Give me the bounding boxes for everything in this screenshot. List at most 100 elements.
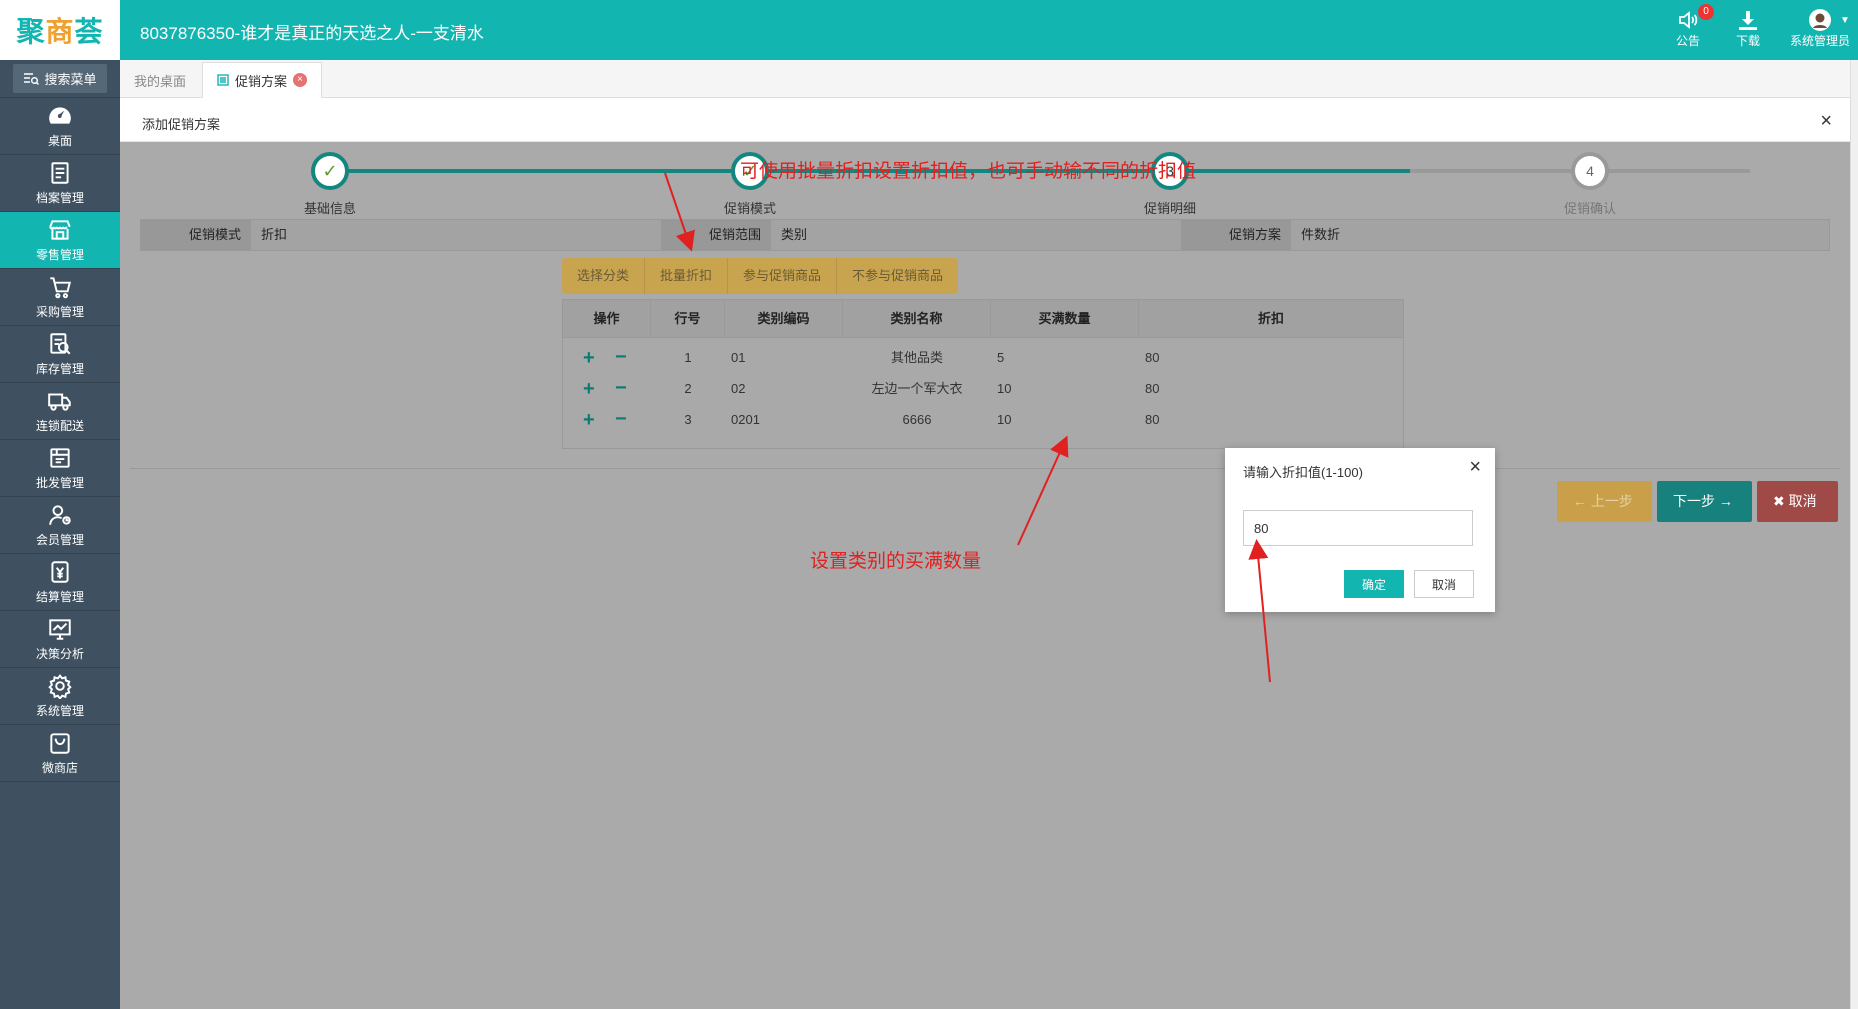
plan-value: 件数折	[1301, 227, 1341, 242]
content-area: 添加促销方案 × ✓ 基础信息 ✓ 促销模式 3 促销明细 4 促销确认 可使用…	[120, 98, 1850, 1009]
sidebar-item-desktop[interactable]: 桌面	[0, 98, 120, 155]
sidebar-item-retail[interactable]: 零售管理	[0, 212, 120, 269]
col-header: 类别名称	[843, 300, 991, 338]
chart-icon	[49, 619, 71, 640]
sidebar-item-purchase[interactable]: 采购管理	[0, 269, 120, 326]
dashboard-icon	[49, 107, 71, 124]
user-label: 系统管理员	[1790, 34, 1851, 48]
sidebar-item-distribution[interactable]: 连锁配送	[0, 383, 120, 440]
mode-label: 促销模式	[141, 220, 251, 250]
step-label-3: 促销明细	[1143, 201, 1196, 216]
dialog-title: 请输入折扣值(1-100)	[1243, 465, 1363, 480]
menu-search-icon	[24, 72, 40, 85]
sidebar-item-archive[interactable]: 档案管理	[0, 155, 120, 212]
notice-button[interactable]: 0 公告	[1676, 4, 1714, 49]
gear-icon	[48, 674, 72, 699]
cell-qty[interactable]: 10	[997, 402, 1011, 438]
discount-dialog: 请输入折扣值(1-100) × 确定 取消	[1225, 448, 1495, 612]
add-row-icon[interactable]: +	[583, 402, 595, 438]
step-label-4: 促销确认	[1563, 201, 1616, 216]
sidebar-item-label: 连锁配送	[35, 419, 84, 433]
next-step-button[interactable]: 下一步 →	[1657, 481, 1752, 522]
search-menu[interactable]: 搜索菜单	[0, 60, 120, 98]
dialog-close-icon[interactable]: ×	[1469, 456, 1481, 479]
step-circle-1: ✓	[311, 152, 349, 190]
prev-step-label: 上一步	[1590, 493, 1633, 509]
discount-input[interactable]	[1243, 510, 1473, 546]
cancel-button[interactable]: ✖ 取消	[1757, 481, 1838, 522]
prev-step-button[interactable]: ← 上一步	[1557, 481, 1652, 522]
sidebar-item-microshop[interactable]: 微商店	[0, 725, 120, 782]
user-dropdown-icon[interactable]: ▼	[1840, 15, 1850, 26]
shop-icon	[50, 733, 70, 754]
top-header: 聚商荟 8037876350-谁才是真正的天选之人-一支清水 0 公告 下载 系…	[0, 0, 1858, 60]
settlement-icon	[51, 561, 69, 583]
tab-label: 促销方案	[235, 73, 288, 89]
sidebar-item-analysis[interactable]: 决策分析	[0, 611, 120, 668]
cancel-label: 取消	[1788, 493, 1817, 509]
plan-label: 促销方案	[1181, 220, 1291, 250]
inventory-icon	[50, 333, 71, 355]
page-scrollbar[interactable]	[1850, 60, 1858, 1009]
col-header: 买满数量	[991, 300, 1139, 338]
sidebar-item-label: 零售管理	[35, 248, 84, 262]
sidebar-item-label: 决策分析	[35, 647, 84, 661]
notice-label: 公告	[1676, 34, 1701, 48]
exclude-goods-button[interactable]: 不参与促销商品	[837, 258, 958, 294]
download-icon	[1739, 11, 1757, 30]
cell-name: 6666	[902, 412, 932, 427]
member-icon	[49, 505, 71, 525]
panel-close-icon[interactable]: ×	[1820, 110, 1832, 133]
list-icon	[217, 74, 229, 86]
sidebar-item-inventory[interactable]: 库存管理	[0, 326, 120, 383]
sidebar-item-settlement[interactable]: 结算管理	[0, 554, 120, 611]
tab-bar: 我的桌面 促销方案 ×	[120, 60, 1858, 98]
annotation-quantity: 设置类别的买满数量	[810, 551, 982, 572]
step-label-2: 促销模式	[723, 201, 776, 216]
app-title: 8037876350-谁才是真正的天选之人-一支清水	[140, 24, 484, 43]
select-category-button[interactable]: 选择分类	[562, 258, 646, 294]
logo-text-2: 商	[45, 15, 75, 48]
tab-promotion-plan[interactable]: 促销方案 ×	[202, 62, 323, 98]
speaker-icon	[1679, 11, 1698, 29]
sidebar-item-label: 会员管理	[35, 533, 84, 547]
modal-overlay: ✓ 基础信息 ✓ 促销模式 3 促销明细 4 促销确认 可使用批量折扣设置折扣值…	[120, 142, 1850, 1009]
cell-row-no: 3	[684, 412, 692, 427]
sidebar-item-wholesale[interactable]: 批发管理	[0, 440, 120, 497]
truck-icon	[48, 393, 71, 411]
panel-header: 添加促销方案 ×	[120, 98, 1850, 142]
remove-row-icon[interactable]: −	[615, 340, 627, 374]
cell-code: 0201	[731, 412, 760, 427]
sidebar: 搜索菜单 桌面 档案管理 零售管理 采购管理 库存管理 连锁配送 批发管理 会员…	[0, 60, 120, 1009]
sidebar-item-label: 结算管理	[35, 590, 84, 604]
remove-row-icon[interactable]: −	[615, 371, 627, 405]
step-circle-4: 4	[1571, 152, 1609, 190]
search-menu-button[interactable]: 搜索菜单	[13, 64, 107, 93]
avatar-icon	[1809, 9, 1831, 31]
tab-my-desktop[interactable]: 我的桌面	[120, 62, 200, 98]
arrow-right-icon: →	[1715, 493, 1733, 509]
sidebar-item-system[interactable]: 系统管理	[0, 668, 120, 725]
logo-text-1: 聚	[16, 15, 46, 48]
search-menu-label: 搜索菜单	[44, 72, 97, 87]
store-icon	[49, 220, 71, 240]
tab-close-icon[interactable]: ×	[293, 73, 308, 87]
sidebar-item-member[interactable]: 会员管理	[0, 497, 120, 554]
cell-discount[interactable]: 80	[1145, 402, 1159, 438]
divider	[130, 468, 1840, 469]
download-button[interactable]: 下载	[1736, 8, 1760, 49]
step-label-1: 基础信息	[303, 201, 356, 216]
col-header: 操作	[563, 300, 651, 338]
include-goods-button[interactable]: 参与促销商品	[728, 258, 838, 294]
logo[interactable]: 聚商荟	[0, 0, 120, 60]
batch-discount-button[interactable]: 批量折扣	[645, 258, 729, 294]
mode-value: 折扣	[261, 227, 288, 242]
confirm-button[interactable]: 确定	[1344, 570, 1404, 598]
arrow-left-icon: ←	[1573, 493, 1591, 509]
tab-label: 我的桌面	[134, 73, 187, 89]
scope-value: 类别	[781, 227, 808, 242]
table-row: + − 3 0201 6666 10 80	[563, 402, 1403, 438]
sidebar-item-label: 批发管理	[35, 476, 84, 490]
dialog-cancel-button[interactable]: 取消	[1414, 570, 1474, 598]
remove-row-icon[interactable]: −	[615, 402, 627, 436]
